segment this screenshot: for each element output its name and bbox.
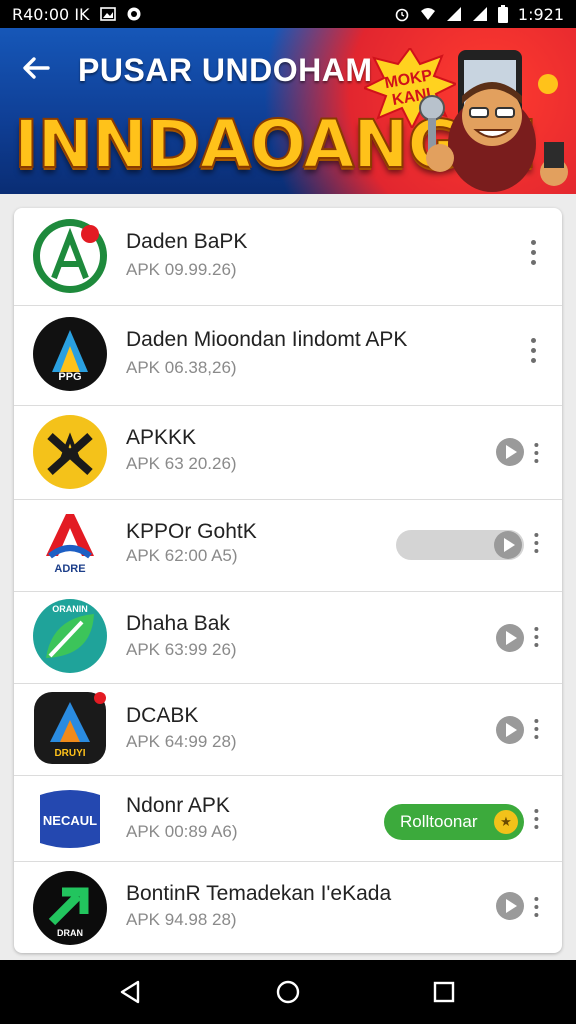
app-version: APK 09.99.26) [126, 260, 237, 279]
app-icon-label: NECAUL [43, 813, 97, 828]
app-icon-red-a: ADRE [46, 514, 94, 575]
list-item[interactable]: NECAUL Ndonr APK APK 00:89 A6) Rolltoona… [14, 776, 562, 862]
back-arrow-icon[interactable] [18, 50, 54, 86]
app-version: APK 64:99 28) [126, 732, 237, 751]
back-nav-icon[interactable] [116, 978, 144, 1006]
status-time: R40:00 IK [12, 4, 90, 24]
more-options-icon[interactable] [526, 338, 540, 368]
more-options-icon[interactable] [530, 533, 541, 557]
play-icon[interactable] [496, 892, 524, 920]
page-title: PUSAR UNDOHAM [78, 52, 373, 88]
image-notification-icon [99, 7, 116, 21]
app-version: APK 63:99 26) [126, 640, 237, 659]
app-name: Ndonr APK [126, 794, 230, 817]
app-icon-label: DRAN [57, 928, 83, 938]
app-icon-yellow-x [33, 415, 107, 489]
app-icon-teal-leaf: ORANIN [33, 599, 107, 673]
app-version: APK 94.98 28) [126, 910, 237, 929]
more-options-icon[interactable] [530, 719, 541, 743]
app-name: Daden Mioondan Iindomt APK [126, 328, 408, 351]
app-version: APK 63 20.26) [126, 454, 237, 473]
app-icon-label: DRUYI [54, 748, 85, 759]
app-icon-label: ADRE [54, 563, 85, 575]
signal-icon-2 [472, 7, 487, 21]
install-button[interactable]: Rolltoonar ★ [384, 804, 524, 840]
app-name: KPPOr GohtK [126, 520, 257, 543]
app-icon-black-a: PPG [33, 317, 107, 391]
install-button-label: Rolltoonar [400, 812, 478, 831]
header-banner: PUSAR UNDOHAM INNDAOANGA! MOKP KANI [0, 28, 576, 194]
more-options-icon[interactable] [530, 627, 541, 651]
recents-nav-icon[interactable] [430, 978, 458, 1006]
app-name: DCABK [126, 704, 199, 727]
more-options-icon[interactable] [530, 809, 541, 833]
app-version: APK 62:00 A5) [126, 546, 238, 565]
mascot-illustration [419, 50, 568, 192]
play-icon[interactable] [496, 438, 524, 466]
status-clock: 1:921 [517, 4, 564, 24]
app-list: Daden BaPK APK 09.99.26) PPG Daden Mioon… [14, 208, 562, 953]
list-item[interactable]: DRUYI DCABK APK 64:99 28) [14, 684, 562, 776]
app-version: APK 06.38,26) [126, 358, 237, 377]
app-version: APK 00:89 A6) [126, 822, 238, 841]
app-name: APKKK [126, 426, 197, 449]
battery-icon [497, 5, 508, 23]
sync-notification-icon [127, 7, 141, 21]
list-item[interactable]: PPG Daden Mioondan Iindomt APK APK 06.38… [14, 306, 562, 406]
list-item[interactable]: ORANIN Dhaha Bak APK 63:99 26) [14, 592, 562, 684]
app-icon-green-a [33, 219, 107, 293]
app-icon-black-arrow: DRAN [33, 871, 107, 945]
list-item[interactable]: APKKK APK 63 20.26) [14, 406, 562, 500]
app-icon-dark-a: DRUYI [34, 692, 106, 764]
more-options-icon[interactable] [530, 443, 541, 467]
progress-slider[interactable] [396, 530, 524, 560]
status-bar: R40:00 IK 1:921 [0, 0, 576, 28]
list-item[interactable]: DRAN BontinR Temadekan I'eKada APK 94.98… [14, 862, 562, 953]
wifi-icon [420, 8, 435, 20]
alarm-icon [395, 8, 409, 22]
app-icon-label: PPG [58, 371, 81, 383]
app-icon-label: ORANIN [52, 604, 88, 614]
app-icon-blue-badge: NECAUL [40, 790, 100, 848]
coin-icon: ★ [494, 810, 518, 834]
play-icon[interactable] [494, 531, 522, 559]
list-item[interactable]: ADRE KPPOr GohtK APK 62:00 A5) [14, 500, 562, 592]
list-item[interactable]: Daden BaPK APK 09.99.26) [14, 208, 562, 306]
home-nav-icon[interactable] [274, 978, 302, 1006]
app-name: Dhaha Bak [126, 612, 230, 635]
app-name: Daden BaPK [126, 230, 248, 253]
signal-icon [446, 7, 461, 21]
play-icon[interactable] [496, 624, 524, 652]
app-name: BontinR Temadekan I'eKada [126, 882, 392, 905]
more-options-icon[interactable] [530, 897, 541, 921]
more-options-icon[interactable] [526, 240, 540, 270]
play-icon[interactable] [496, 716, 524, 744]
navigation-bar [0, 960, 576, 1024]
